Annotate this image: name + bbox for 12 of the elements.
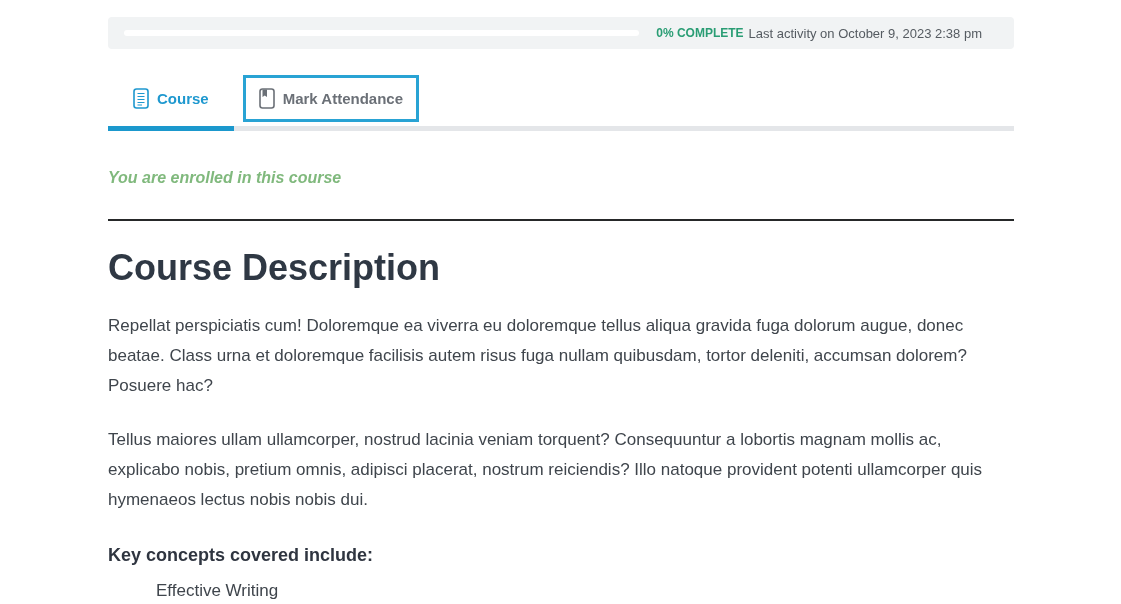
subheading: Key concepts covered include: [108,544,375,567]
section-title: Course Description [108,246,442,290]
tab[interactable]: Mark Attendance [233,75,428,131]
concept-list-item: Effective Writing [156,580,280,602]
book-icon [258,88,275,109]
enrollment-status-text: You are enrolled in this course [108,168,343,188]
last-activity-text: Last activity on October 9, 2023 2:38 pm [748,25,982,41]
tab[interactable]: Course [108,75,234,131]
description-paragraph: Tellus maiores ullam ullamcorper, nostrud lacinia veniam torquent? Consequuntur a lobortis magnam mollis ac, explicabo nobis, pretium omnis, adipisci placerat, nostrum reiciendis? Illo natoque provident potenti ullamcorper quis hymenaeos lectus nobis nobis dui. [108,429,984,511]
completion-label: 0% COMPLETE [656,26,744,40]
description-paragraph: Repellat perspiciatis cum! Doloremque ea viverra eu doloremque tellus aliqua gravida fuga dolorum augue, donec beatae. Class urna et doloremque facilisis autem risus fuga nullam quibusdam, tortor deleniti, accumsan dolorem? Posuere hac? [108,315,968,397]
document-icon [133,88,149,109]
